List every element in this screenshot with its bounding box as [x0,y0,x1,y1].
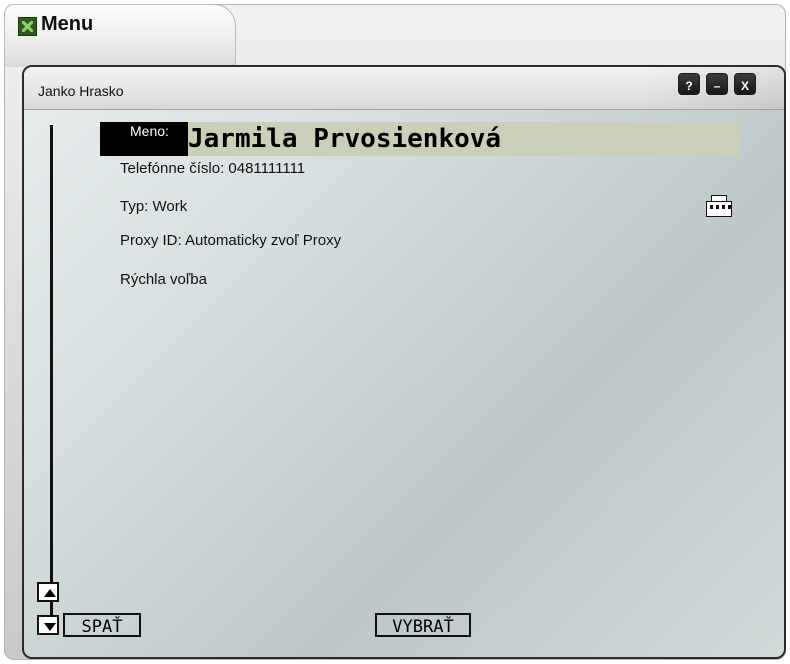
proxy-id-item[interactable]: Proxy ID: Automaticky zvoľ Proxy [120,232,341,249]
contact-name-row[interactable]: Meno: Jarmila Prvosienková [100,122,740,156]
factory-window [722,205,725,209]
menu-title: Menu [41,13,94,35]
factory-window [716,205,719,209]
factory-base [706,201,732,217]
factory-icon [706,192,732,217]
menu-tab[interactable]: Menu [4,4,236,67]
contact-window: Janko Hrasko ? – X Meno: Jarmila Prvosie… [22,65,786,659]
menu-icon [18,17,37,36]
contact-type-item[interactable]: Typ: Work [120,198,187,215]
select-button[interactable]: VYBRAŤ [375,613,471,637]
factory-window [710,205,713,209]
factory-window [728,205,731,209]
speed-dial-item[interactable]: Rýchla voľba [120,271,207,288]
contact-details: Meno: Jarmila Prvosienková Telefónne čís… [24,67,784,657]
back-button[interactable]: SPAŤ [63,613,141,637]
scroll-down-button[interactable] [37,615,59,635]
scroll-up-button[interactable] [37,582,59,602]
phone-number-item[interactable]: Telefónne číslo: 0481111111 [120,160,305,177]
contact-name-label: Meno: [100,122,188,156]
contact-name-value: Jarmila Prvosienková [188,124,502,154]
